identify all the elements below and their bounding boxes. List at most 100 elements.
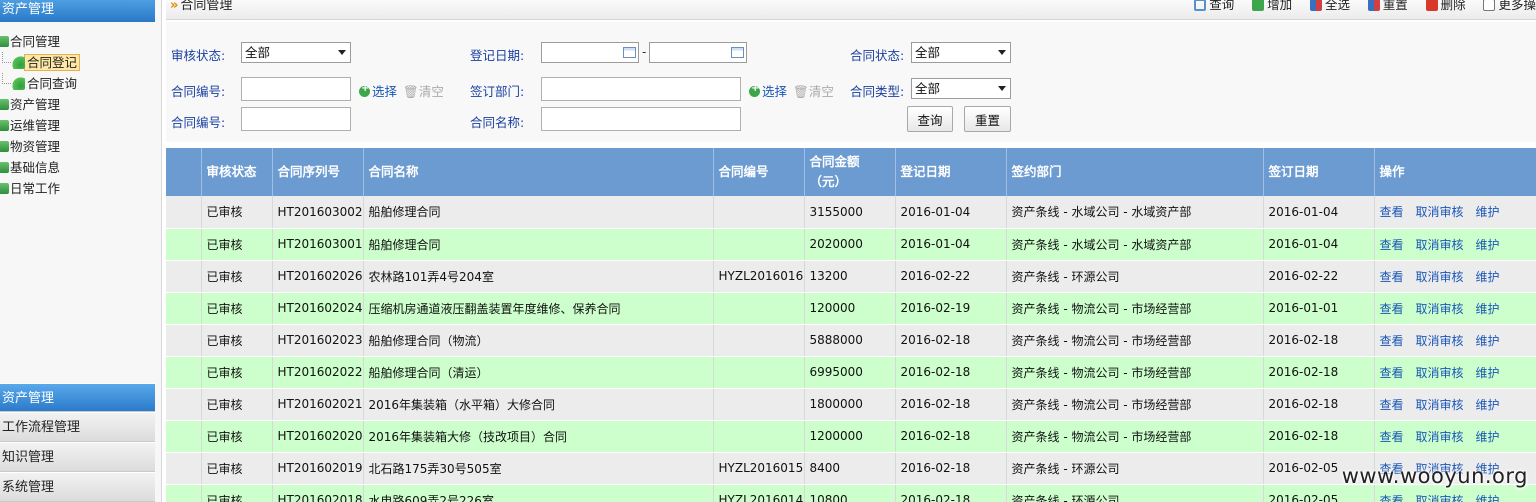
table-row[interactable]: 已审核 HT201602021 2016年集装箱（水平箱）大修合同 1800000 20… — [166, 388, 1536, 421]
maintain-link[interactable]: 维护 — [1476, 205, 1500, 219]
reg-date-from-field[interactable] — [541, 42, 639, 63]
view-link[interactable]: 查看 — [1380, 334, 1404, 348]
more-button[interactable]: 更多操 — [1483, 0, 1536, 13]
cancel-audit-link[interactable]: 取消审核 — [1416, 494, 1464, 502]
table-row[interactable]: 已审核 HT201602022 船舶修理合同（清运） 6995000 2016-02-1… — [166, 356, 1536, 389]
table-row[interactable]: 已审核 HT201603002 船舶修理合同 3155000 2016-01-04 资产条… — [166, 196, 1536, 229]
view-link[interactable]: 查看 — [1380, 270, 1404, 284]
tree-item-contract-mgmt[interactable]: 合同管理 — [0, 31, 160, 52]
query-button[interactable]: 查询 — [1194, 0, 1234, 13]
col-header-sign-dept[interactable]: 签约部门 — [1006, 148, 1264, 196]
sign-dept-clear-link[interactable]: 🗑清空 — [793, 81, 834, 100]
col-header-audit-status[interactable]: 审核状态 — [201, 148, 273, 196]
sidebar-tree: 合同管理 合同登记 合同查询 资产管理 运维管理 物资管理 基础信息 日常工作 — [0, 31, 160, 199]
view-link[interactable]: 查看 — [1380, 366, 1404, 380]
maintain-link[interactable]: 维护 — [1476, 270, 1500, 284]
cancel-audit-link[interactable]: 取消审核 — [1416, 205, 1464, 219]
filter-reset-button[interactable]: 重置 — [964, 106, 1011, 132]
contract-no-choose-link[interactable]: 选择 — [359, 81, 397, 100]
reg-date-to-field[interactable] — [649, 42, 747, 63]
reset-button[interactable]: 重置 — [1367, 0, 1408, 13]
tree-item-material-mgmt[interactable]: 物资管理 — [0, 136, 160, 157]
col-header-sign-date[interactable]: 签订日期 — [1263, 148, 1375, 196]
table-row[interactable]: 已审核 HT201602018 水电路609弄2号226室 HYZL2016014 10… — [166, 484, 1536, 502]
tree-item-contract-query[interactable]: 合同查询 — [0, 73, 160, 94]
date-range-separator: - — [642, 45, 647, 59]
maintain-link[interactable]: 维护 — [1476, 334, 1500, 348]
tree-item-contract-register[interactable]: 合同登记 — [0, 52, 160, 73]
table-row[interactable]: 已审核 HT201602020 2016年集装箱大修（技改项目）合同 1200000 2… — [166, 420, 1536, 453]
add-button[interactable]: 增加 — [1252, 0, 1292, 13]
tree-item-basic-info[interactable]: 基础信息 — [0, 157, 160, 178]
view-link[interactable]: 查看 — [1380, 205, 1404, 219]
folder-icon — [0, 99, 9, 110]
sign-dept-choose-link[interactable]: 选择 — [749, 81, 787, 100]
cancel-audit-link[interactable]: 取消审核 — [1416, 238, 1464, 252]
maintain-link[interactable]: 维护 — [1476, 398, 1500, 412]
tree-item-ops-mgmt[interactable]: 运维管理 — [0, 115, 160, 136]
col-header-reg-date[interactable]: 登记日期 — [895, 148, 1007, 196]
delete-button[interactable]: 删除 — [1425, 0, 1466, 13]
actions-cell: 查看 取消审核 维护 — [1374, 324, 1536, 357]
select-all-button[interactable]: 全选 — [1309, 0, 1350, 13]
contract-no-input[interactable] — [241, 77, 351, 101]
table-row[interactable]: 已审核 HT201602024 压缩机房通道液压翻盖装置年度维修、保养合同 12000… — [166, 292, 1536, 325]
table-row[interactable]: 已审核 HT201602026 农林路101弄4号204室 HYZL2016016 13… — [166, 260, 1536, 293]
contract-no-cell — [713, 292, 805, 325]
contract-no-2-input[interactable] — [241, 107, 351, 131]
tree-item-asset-mgmt[interactable]: 资产管理 — [0, 94, 160, 115]
row-select-cell — [166, 452, 202, 485]
maintain-link[interactable]: 维护 — [1476, 238, 1500, 252]
cancel-audit-link[interactable]: 取消审核 — [1416, 334, 1464, 348]
view-link[interactable]: 查看 — [1380, 494, 1404, 502]
view-link[interactable]: 查看 — [1380, 398, 1404, 412]
actions-cell: 查看 取消审核 维护 — [1374, 196, 1536, 229]
trash-icon: 🗑 — [403, 84, 419, 99]
nav-system-mgmt[interactable]: 系统管理 — [0, 472, 155, 502]
cancel-audit-link[interactable]: 取消审核 — [1416, 398, 1464, 412]
reg-date-cell: 2016-02-19 — [895, 292, 1007, 325]
maintain-link[interactable]: 维护 — [1476, 366, 1500, 380]
table-row[interactable]: 已审核 HT201602019 北石路175弄30号505室 HYZL2016015 8… — [166, 452, 1536, 485]
cancel-audit-link[interactable]: 取消审核 — [1416, 302, 1464, 316]
audit-status-cell: 已审核 — [201, 420, 273, 453]
col-header-serial[interactable]: 合同序列号 — [272, 148, 364, 196]
table-row[interactable]: 已审核 HT201602023 船舶修理合同（物流） 5888000 2016-02-1… — [166, 324, 1536, 357]
view-link[interactable]: 查看 — [1380, 238, 1404, 252]
cancel-audit-link[interactable]: 取消审核 — [1416, 366, 1464, 380]
calendar-icon[interactable] — [623, 47, 636, 58]
cancel-audit-link[interactable]: 取消审核 — [1416, 270, 1464, 284]
cancel-audit-link[interactable]: 取消审核 — [1416, 430, 1464, 444]
nav-asset-mgmt[interactable]: 资产管理 — [0, 383, 155, 412]
table-row[interactable]: 已审核 HT201603001 船舶修理合同 2020000 2016-01-04 资产条… — [166, 228, 1536, 261]
filter-query-button[interactable]: 查询 — [907, 106, 953, 132]
tree-item-daily-work[interactable]: 日常工作 — [0, 178, 160, 199]
view-link[interactable]: 查看 — [1380, 430, 1404, 444]
audit-status-cell: 已审核 — [201, 196, 273, 229]
audit-status-select[interactable]: 全部 — [241, 42, 351, 63]
serial-cell: HT201602020 — [272, 420, 364, 453]
view-link[interactable]: 查看 — [1380, 302, 1404, 316]
maintain-link[interactable]: 维护 — [1476, 430, 1500, 444]
nav-knowledge-mgmt[interactable]: 知识管理 — [0, 442, 155, 472]
contract-type-value: 全部 — [915, 81, 941, 96]
col-header-contract-no[interactable]: 合同编号 — [713, 148, 805, 196]
maintain-link[interactable]: 维护 — [1476, 302, 1500, 316]
maintain-link[interactable]: 维护 — [1476, 494, 1500, 502]
col-header-amount[interactable]: 合同金额（元） — [804, 148, 896, 196]
sign-date-cell: 2016-01-01 — [1263, 292, 1375, 325]
contract-status-value: 全部 — [915, 45, 941, 60]
nav-workflow-mgmt[interactable]: 工作流程管理 — [0, 412, 155, 442]
contract-no-cell — [713, 196, 805, 229]
contract-name-input[interactable] — [541, 107, 741, 131]
calendar-icon[interactable] — [731, 47, 744, 58]
contract-no-clear-link[interactable]: 🗑清空 — [403, 81, 444, 100]
contract-type-select[interactable]: 全部 — [911, 78, 1011, 99]
sign-dept-cell: 资产条线 - 环源公司 — [1006, 452, 1264, 485]
sign-dept-input[interactable] — [541, 77, 741, 101]
tree-item-label: 运维管理 — [10, 118, 61, 133]
contract-status-select[interactable]: 全部 — [911, 42, 1011, 63]
col-header-name[interactable]: 合同名称 — [363, 148, 714, 196]
audit-status-cell: 已审核 — [201, 356, 273, 389]
toolbar: 查询 增加 全选 重置 删除 更多操 — [1180, 0, 1536, 14]
